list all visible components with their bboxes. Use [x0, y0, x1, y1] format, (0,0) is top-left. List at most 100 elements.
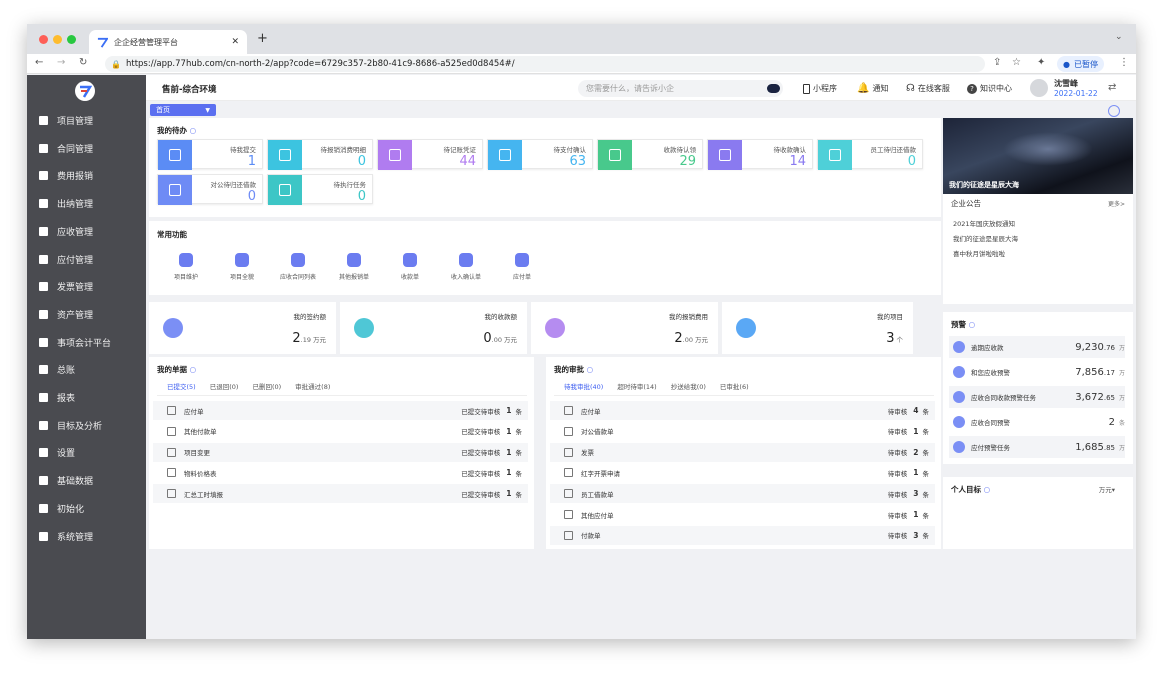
- filter-tab[interactable]: 已提交(5): [167, 381, 196, 396]
- browser-menu-icon[interactable]: ⋮: [1119, 57, 1129, 68]
- todo-item[interactable]: 待我提交 1: [157, 139, 263, 170]
- extensions-icon[interactable]: ✦: [1037, 57, 1045, 68]
- environment-name[interactable]: 售前-综合环境: [162, 83, 217, 95]
- sidebar-item[interactable]: 系统管理: [39, 530, 93, 543]
- stat-card[interactable]: 我的项目 3 个: [722, 302, 913, 354]
- warning-row[interactable]: 和您应收预警 7,856.17 万: [949, 361, 1125, 383]
- tab-home-label: 首页: [156, 106, 170, 114]
- todo-item[interactable]: 待执行任务 0: [267, 174, 373, 205]
- function-shortcut[interactable]: 收款单: [385, 253, 435, 281]
- online-service-button[interactable]: ☊ 在线客服: [906, 83, 950, 94]
- settings-gear-icon[interactable]: [1108, 105, 1120, 117]
- row-name: 物料价格表: [184, 469, 217, 478]
- notice-item[interactable]: 喜中秋月饼啦啦啦: [953, 248, 1005, 258]
- avatar[interactable]: [1030, 79, 1048, 97]
- list-row[interactable]: 应付单 已提交待审核 1 条: [153, 401, 528, 420]
- warning-row[interactable]: 应付预警任务 1,685.85 万: [949, 436, 1125, 458]
- minimize-window-button[interactable]: [53, 35, 62, 44]
- tab-home[interactable]: 首页 ▼: [150, 104, 216, 116]
- banner-image[interactable]: 我们的征途是星辰大海: [943, 118, 1133, 194]
- list-row[interactable]: 其他应付单 待审核 1 条: [550, 505, 935, 524]
- sidebar-item[interactable]: 事项会计平台: [39, 336, 111, 349]
- todo-item[interactable]: 待记账凭证 44: [377, 139, 483, 170]
- todo-item[interactable]: 对公待归还借款 0: [157, 174, 263, 205]
- list-row[interactable]: 汇总工时填报 已提交待审核 1 条: [153, 484, 528, 504]
- list-row[interactable]: 物料价格表 已提交待审核 1 条: [153, 463, 528, 482]
- sidebar-item[interactable]: 资产管理: [39, 308, 93, 321]
- current-date[interactable]: 2022-01-22: [1054, 89, 1098, 98]
- sidebar-item[interactable]: 设置: [39, 446, 75, 459]
- back-icon[interactable]: ←: [35, 57, 43, 68]
- search-input[interactable]: 您需要什么，请告诉小企: [578, 80, 783, 97]
- sidebar-item[interactable]: 合同管理: [39, 142, 93, 155]
- sidebar-item[interactable]: 费用报销: [39, 169, 93, 182]
- list-row[interactable]: 付款单 待审核 3 条: [550, 525, 935, 545]
- browser-tab[interactable]: 企企经营管理平台 ✕: [89, 30, 247, 54]
- profile-paused-button[interactable]: ● 已暂停: [1057, 56, 1104, 72]
- sidebar-item[interactable]: 初始化: [39, 502, 84, 515]
- stat-card[interactable]: 我的报销费用 2.00 万元: [531, 302, 718, 354]
- sidebar-item[interactable]: 发票管理: [39, 280, 93, 293]
- mini-program-button[interactable]: 小程序: [803, 83, 837, 94]
- function-shortcut[interactable]: 项目全貌: [217, 253, 267, 281]
- app-logo[interactable]: [75, 81, 95, 101]
- list-row[interactable]: 对公借款单 待审核 1 条: [550, 422, 935, 441]
- filter-tab[interactable]: 待我审批(40): [564, 381, 604, 396]
- knowledge-center-button[interactable]: ? 知识中心: [967, 83, 1012, 94]
- todo-item[interactable]: 收款待认领 29: [597, 139, 703, 170]
- todo-item[interactable]: 待报销消费明细 0: [267, 139, 373, 170]
- warning-row[interactable]: 逾期应收款 9,230.76 万: [949, 336, 1125, 358]
- share-icon[interactable]: ⇪: [993, 57, 1001, 68]
- close-tab-icon[interactable]: ✕: [231, 37, 239, 47]
- filter-tab[interactable]: 已退回(0): [210, 381, 239, 396]
- close-window-button[interactable]: [39, 35, 48, 44]
- list-row[interactable]: 发票 待审核 2 条: [550, 442, 935, 462]
- filter-tab[interactable]: 抄送给我(0): [671, 381, 706, 396]
- todo-item[interactable]: 待收款确认 14: [707, 139, 813, 170]
- stat-card[interactable]: 我的收款额 0.00 万元: [340, 302, 527, 354]
- switch-icon[interactable]: ⇄: [1108, 82, 1116, 93]
- list-row[interactable]: 项目变更 已提交待审核 1 条: [153, 442, 528, 462]
- sidebar-item[interactable]: 应收管理: [39, 225, 93, 238]
- todo-item[interactable]: 员工待归还借款 0: [817, 139, 923, 170]
- bookmark-star-icon[interactable]: ☆: [1012, 57, 1021, 68]
- sidebar-item[interactable]: 总账: [39, 363, 75, 376]
- list-row[interactable]: 红字开票申请 待审核 1 条: [550, 463, 935, 482]
- caret-down-icon[interactable]: ▼: [205, 107, 210, 114]
- filter-tab[interactable]: 已删回(0): [252, 381, 281, 396]
- list-row[interactable]: 应付单 待审核 4 条: [550, 401, 935, 420]
- sidebar-item[interactable]: 基础数据: [39, 474, 93, 487]
- forward-icon[interactable]: →: [57, 57, 65, 68]
- function-shortcut[interactable]: 其他报销单: [329, 253, 379, 281]
- filter-tab[interactable]: 已审批(6): [720, 381, 749, 396]
- function-shortcut[interactable]: 应收合同列表: [273, 253, 323, 281]
- notice-item[interactable]: 我们的征途是星辰大海: [953, 233, 1018, 243]
- todo-item[interactable]: 待支付确认 63: [487, 139, 593, 170]
- function-shortcut[interactable]: 项目维护: [161, 253, 211, 281]
- filter-tab[interactable]: 审批通过(8): [295, 381, 330, 396]
- url-field[interactable]: 🔒 https://app.77hub.com/cn-north-2/app?c…: [105, 56, 985, 72]
- list-row[interactable]: 员工借款单 待审核 3 条: [550, 484, 935, 504]
- warning-row[interactable]: 应收合同收款预警任务 3,672.65 万: [949, 386, 1125, 408]
- warning-row[interactable]: 应收合同预警 2 条: [949, 411, 1125, 433]
- function-shortcut[interactable]: 收入确认单: [441, 253, 491, 281]
- stat-card[interactable]: 我的签约额 2.19 万元: [149, 302, 336, 354]
- sidebar-item[interactable]: 出纳管理: [39, 197, 93, 210]
- notice-more-link[interactable]: 更多>: [1108, 199, 1125, 208]
- sidebar-item[interactable]: 应付管理: [39, 253, 93, 266]
- chevron-down-icon[interactable]: ⌄: [1115, 32, 1123, 42]
- row-name: 其他应付单: [581, 511, 614, 520]
- filter-tab[interactable]: 超时待审(14): [617, 381, 656, 396]
- assistant-icon[interactable]: [767, 84, 780, 93]
- maximize-window-button[interactable]: [67, 35, 76, 44]
- notify-button[interactable]: 🔔 通知: [857, 83, 888, 94]
- notice-item[interactable]: 2021年国庆放假通知: [953, 218, 1015, 228]
- new-tab-button[interactable]: +: [257, 31, 268, 46]
- sidebar-item[interactable]: 目标及分析: [39, 419, 102, 432]
- list-row[interactable]: 其他付款单 已提交待审核 1 条: [153, 422, 528, 441]
- reload-icon[interactable]: ↻: [79, 57, 87, 68]
- unit-select[interactable]: 万元▾: [1099, 484, 1115, 494]
- sidebar-item[interactable]: 项目管理: [39, 114, 93, 127]
- function-shortcut[interactable]: 应付单: [497, 253, 547, 281]
- sidebar-item[interactable]: 报表: [39, 391, 75, 404]
